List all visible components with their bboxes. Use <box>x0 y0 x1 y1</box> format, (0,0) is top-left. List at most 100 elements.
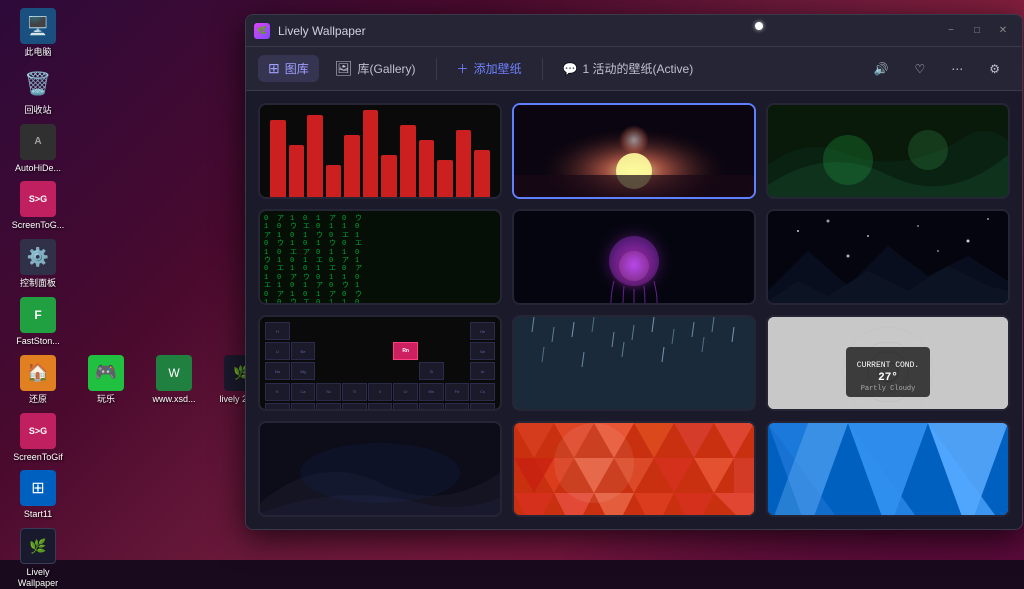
triangles-preview <box>514 423 754 517</box>
heart-button[interactable]: ♡ <box>904 57 935 81</box>
desktop-icon-recycle[interactable]: 🗑️ 回收站 <box>8 66 68 116</box>
desktop-icon-control[interactable]: ⚙️ 控制面板 <box>8 239 68 289</box>
bar-10 <box>437 160 453 199</box>
pt-zr: Zr <box>342 403 367 411</box>
eternal-light-svg <box>514 105 754 199</box>
lively-bot-label: Lively Wallpaper <box>8 567 68 589</box>
www-label: www.xsd... <box>152 394 195 405</box>
wallpaper-card-triangles[interactable]: Triangles & Light Triangle pattern gener… <box>512 421 756 517</box>
triangles-svg <box>514 423 754 517</box>
pt-empty <box>291 322 316 340</box>
add-wallpaper-button[interactable]: ＋ 添加壁纸 <box>447 55 532 82</box>
pt-ca: Ca <box>291 383 316 401</box>
desktop-icon-game[interactable]: 🎮 玩乐 <box>76 355 136 405</box>
pt-mn: Mn <box>419 383 444 401</box>
desktop-icon-home[interactable]: 🏠 还原 <box>8 355 68 405</box>
bar-7 <box>381 155 397 199</box>
pt-ru: Ru <box>445 403 470 411</box>
desktop-icon-start11[interactable]: ⊞ Start11 <box>8 470 68 520</box>
wallpaper-card-audio-visualizer[interactable]: Audio Visualizer Audio spectrum that rea… <box>258 103 502 199</box>
bar-2 <box>289 145 305 199</box>
title-bar: 🌿 Lively Wallpaper − □ ✕ <box>246 15 1022 47</box>
desktop-icon-www[interactable]: W www.xsd... <box>144 355 204 405</box>
wallpaper-card-periodic-table[interactable]: H He Li Be Rn <box>258 315 502 411</box>
pt-na: Na <box>265 362 290 380</box>
pt-e17 <box>368 362 393 380</box>
library-icon: ⊞ <box>268 60 280 77</box>
pt-e20 <box>445 362 470 380</box>
pt-e10 <box>368 342 393 360</box>
screentogif2-label: ScreenToGif <box>13 452 63 463</box>
ripples-svg: CURRENT COND. 27° Partly Cloudy <box>768 317 1008 411</box>
waves-preview <box>768 423 1008 517</box>
wallpaper-card-waves[interactable]: Waves Threejs wave simulation. ⋯ <box>766 421 1010 517</box>
pt-mg: Mg <box>291 362 316 380</box>
pt-e12 <box>419 342 444 360</box>
toolbar-separator-2 <box>542 58 543 80</box>
more-button[interactable]: ⋯ <box>941 57 973 81</box>
pt-ne: Ne <box>470 342 495 360</box>
pt-k: K <box>265 383 290 401</box>
audio-visualizer-preview <box>260 105 500 199</box>
wallpaper-card-the-hill[interactable]: The Hill Shader generated hill. ⋯ <box>258 421 502 517</box>
wallpaper-card-eternal-light[interactable]: Eternal Light Beautiful sunset render. ⋯ <box>512 103 756 199</box>
bar-9 <box>419 140 435 199</box>
maximize-button[interactable]: □ <box>966 20 988 42</box>
pt-empty7 <box>445 322 470 340</box>
pt-empty4 <box>368 322 393 340</box>
window-title: Lively Wallpaper <box>278 24 940 38</box>
desktop-icon-screentogif[interactable]: S>G ScreenToG... <box>8 181 68 231</box>
parallax-preview <box>768 211 1008 305</box>
desktop-icon-pc[interactable]: 🖥️ 此电脑 <box>8 8 68 58</box>
bar-6 <box>363 110 379 199</box>
wallpaper-card-fluids[interactable]: Fluids Fluid simulation using WebGL, rea… <box>766 103 1010 199</box>
pt-ti: Ti <box>342 383 367 401</box>
waves-svg <box>768 423 1008 517</box>
active-wallpaper-button[interactable]: 💬 1 活动的壁纸(Active) <box>553 55 704 82</box>
desktop-icon-faststone[interactable]: F FastSton... <box>8 297 68 347</box>
library-button[interactable]: ⊞ 图库 <box>258 55 319 82</box>
screentogif-label: ScreenToG... <box>12 220 65 231</box>
recycle-label: 回收站 <box>24 105 51 116</box>
wallpaper-card-parallax[interactable]: Parallax.js Parallax.js engine github pa… <box>766 209 1010 305</box>
screentogif-icon: S>G <box>20 181 56 217</box>
rain-svg <box>514 317 754 411</box>
matrix-col-7: 01エ01ア01ウ01 <box>342 215 349 305</box>
matrix-preview: 01ア01ウ01エ01 ア01ウ01エ01ア0 1ウ01エ01ア01ウ 0エ10… <box>260 211 500 305</box>
faststone-icon: F <box>20 297 56 333</box>
pt-si: Si <box>419 362 444 380</box>
desktop-icon-screentogif2[interactable]: S>G ScreenToGif <box>8 413 68 463</box>
wallpaper-card-rain[interactable]: Rain Customisable rain particles. ⋯ <box>512 315 756 411</box>
autohide-icon: A <box>20 124 56 160</box>
gallery-icon: 🖼 <box>335 60 353 77</box>
wallpaper-card-medusae[interactable]: Medusae Soft body jellyfish simulation. … <box>512 209 756 305</box>
medusae-preview <box>514 211 754 305</box>
wallpaper-card-matrix[interactable]: 01ア01ウ01エ01 ア01ウ01エ01ア0 1ウ01エ01ア01ウ 0エ10… <box>258 209 502 305</box>
app-window: 🌿 Lively Wallpaper − □ ✕ ⊞ 图库 🖼 库(Galler… <box>245 14 1023 530</box>
settings-button[interactable]: ⚙ <box>979 57 1010 81</box>
game-label: 玩乐 <box>97 394 115 405</box>
desktop-icon-lively-bot[interactable]: 🌿 Lively Wallpaper <box>8 528 68 589</box>
desktop-icon-autohide[interactable]: A AutoHiDe... <box>8 124 68 174</box>
matrix-col-8: ウ01エ01ア01ウ0 <box>355 215 362 305</box>
matrix-col-4: 0エ10ア10ウ10エ <box>303 215 310 305</box>
bar-5 <box>344 135 360 199</box>
pt-e9 <box>342 342 367 360</box>
pt-co: Co <box>470 383 495 401</box>
wallpaper-card-ripples[interactable]: CURRENT COND. 27° Partly Cloudy Ripples … <box>766 315 1010 411</box>
svg-text:CURRENT COND.: CURRENT COND. <box>857 361 919 370</box>
pt-ar: Ar <box>470 362 495 380</box>
volume-button[interactable]: 🔊 <box>864 57 899 81</box>
fluids-preview <box>768 105 1008 199</box>
pt-rb: Rb <box>265 403 290 411</box>
lively-bot-icon: 🌿 <box>20 528 56 564</box>
minimize-button[interactable]: − <box>940 20 962 42</box>
pt-empty2 <box>316 322 341 340</box>
pt-cr: Cr <box>393 383 418 401</box>
add-icon: ＋ <box>457 60 469 77</box>
gallery-button[interactable]: 🖼 库(Gallery) <box>325 55 426 82</box>
autohide-label: AutoHiDe... <box>15 163 61 174</box>
start11-label: Start11 <box>24 509 52 520</box>
close-button[interactable]: ✕ <box>992 20 1014 42</box>
toolbar-separator-1 <box>436 58 437 80</box>
